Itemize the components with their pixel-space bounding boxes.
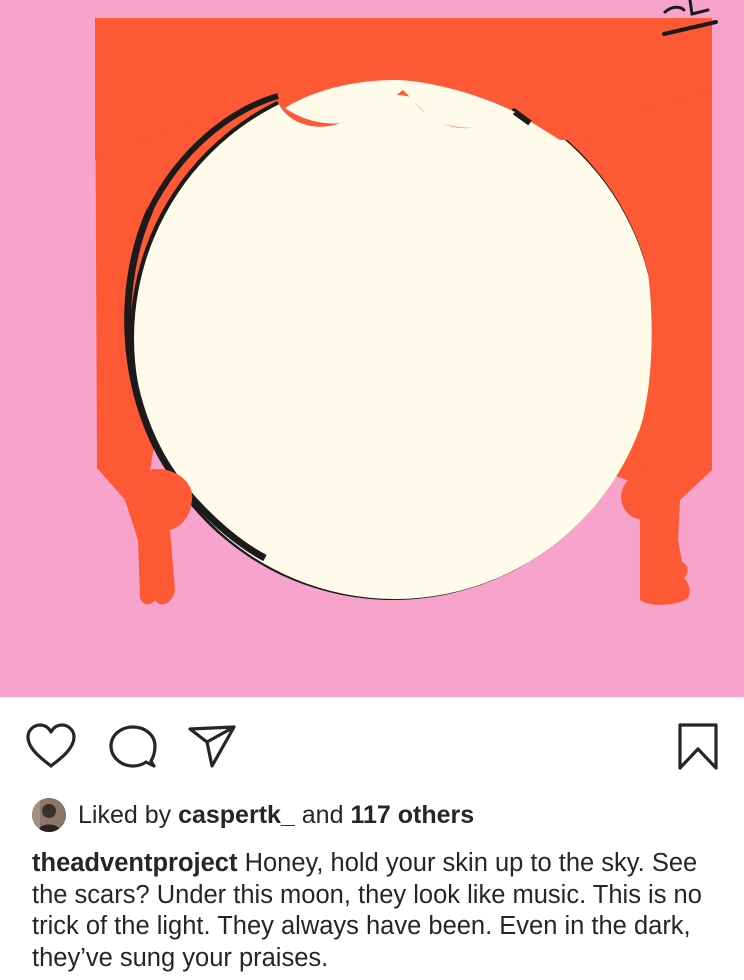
likes-summary: Liked by caspertk_ and 117 others — [78, 797, 474, 833]
post-image[interactable] — [0, 0, 744, 697]
likes-prefix: Liked by — [78, 801, 172, 829]
comment-bubble-icon[interactable] — [107, 724, 157, 770]
paper-plane-icon[interactable] — [186, 723, 238, 769]
post-caption: theadventproject Honey, hold your skin u… — [32, 848, 722, 974]
likes-others-link[interactable]: 117 others — [350, 801, 474, 829]
caption-username[interactable]: theadventproject — [32, 849, 237, 877]
bookmark-icon[interactable] — [676, 722, 720, 772]
likes-joiner: and — [301, 801, 344, 829]
heart-icon[interactable] — [25, 723, 77, 769]
likes-row: Liked by caspertk_ and 117 others — [32, 797, 474, 833]
moon-curtain-illustration — [0, 0, 744, 697]
avatar-portrait-icon — [32, 798, 66, 832]
avatar[interactable] — [32, 798, 66, 832]
post-action-bar — [0, 697, 744, 792]
liker-username[interactable]: caspertk_ — [178, 801, 295, 829]
